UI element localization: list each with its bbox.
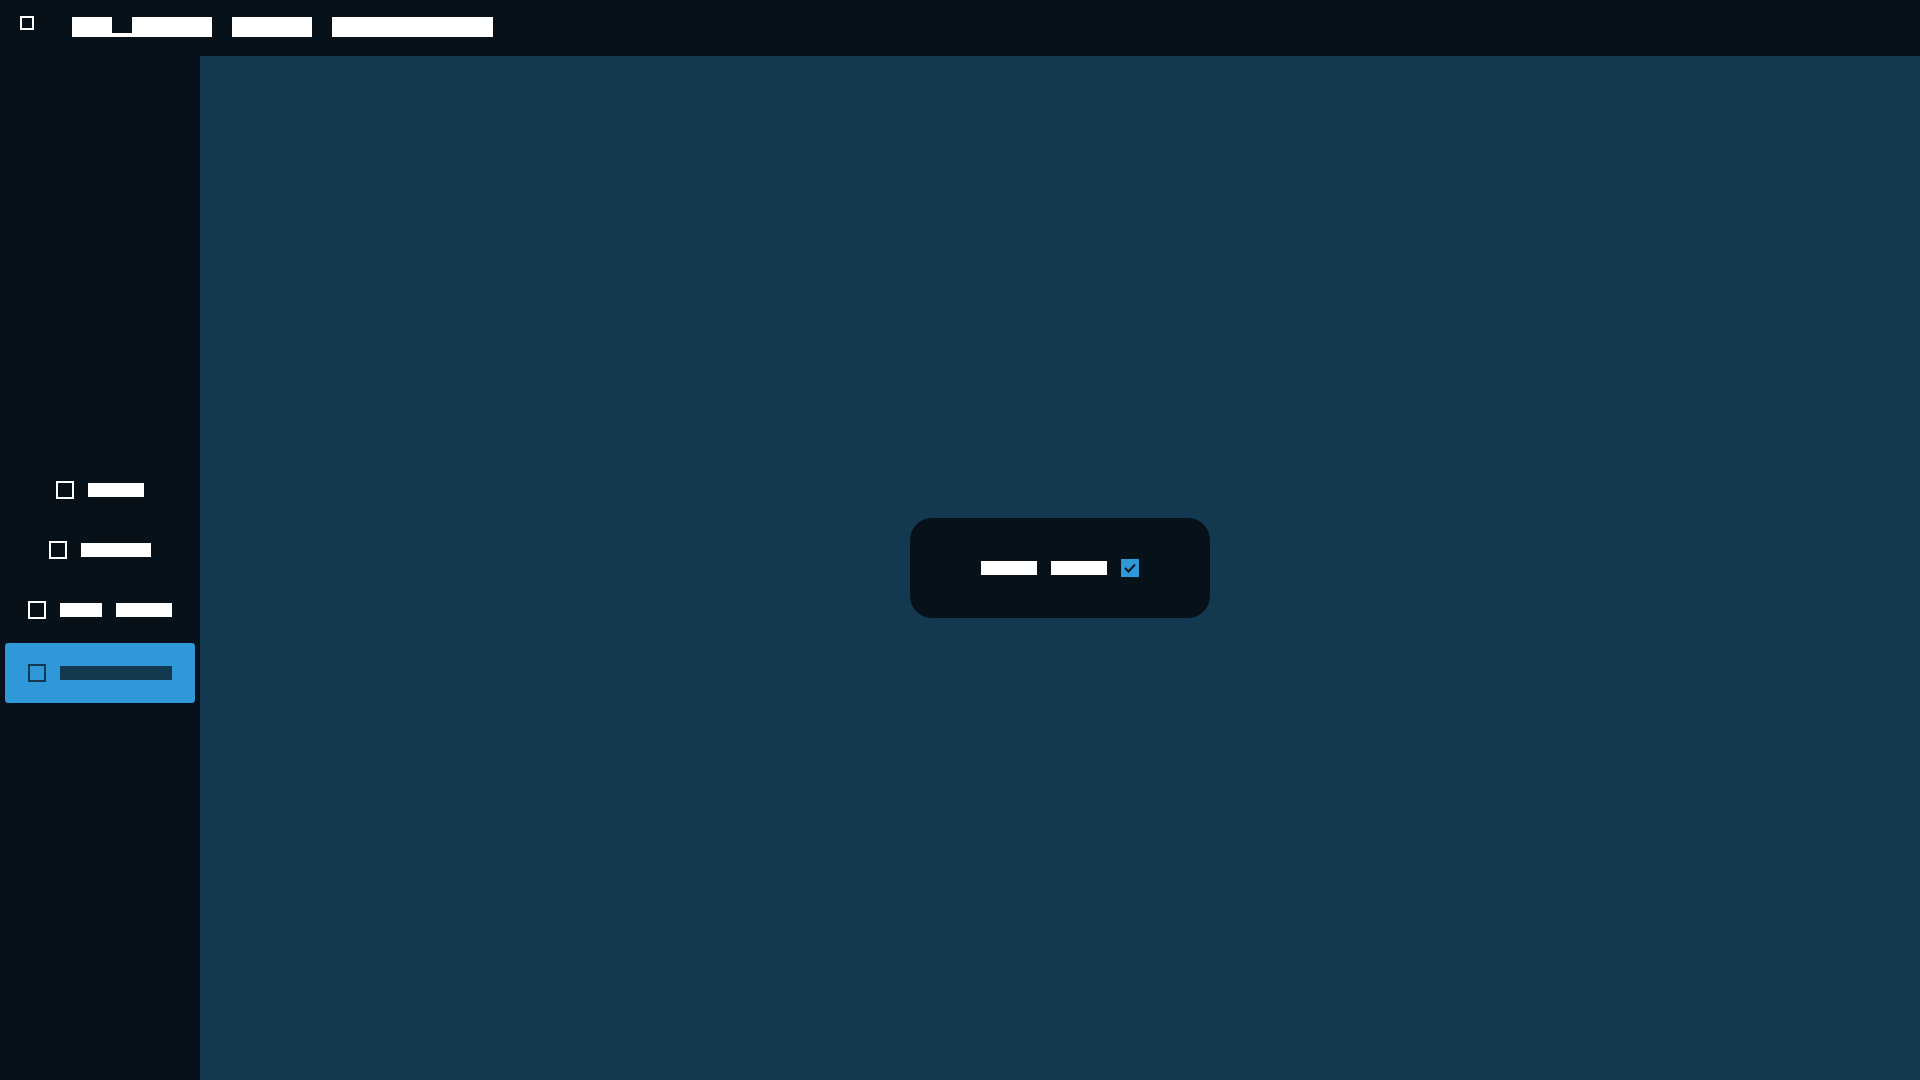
app-window: ██████████ ██████ ████████████ █████ ███…	[0, 0, 1920, 1080]
sidebar-item-3[interactable]: ████ █████	[5, 580, 195, 640]
sidebar-item-label: ████ █████	[60, 603, 172, 617]
square-icon	[49, 541, 67, 559]
top-menu: ██████████ ██████ ████████████	[72, 17, 493, 37]
square-icon	[28, 601, 46, 619]
square-icon	[28, 664, 46, 682]
sidebar-item-2[interactable]: ██████	[5, 520, 195, 580]
sidebar: █████ ██████ ████ █████ ██████████	[0, 56, 200, 1080]
sidebar-item-label: ██████	[81, 543, 151, 557]
top-bar: ██████████ ██████ ████████████	[0, 0, 1920, 56]
notification-toast: █████ █████	[910, 518, 1210, 618]
toast-text-2: █████	[1051, 561, 1107, 575]
app-icon[interactable]	[20, 16, 34, 30]
menu-item-2[interactable]: ██████	[232, 17, 312, 37]
sidebar-item-1[interactable]: █████	[5, 460, 195, 520]
sidebar-item-label: ██████████	[60, 666, 172, 680]
sidebar-item-4-active[interactable]: ██████████	[5, 643, 195, 703]
checkmark-icon	[1121, 559, 1139, 577]
toast-text-1: █████	[981, 561, 1037, 575]
sidebar-item-label: █████	[88, 483, 144, 497]
menu-item-1[interactable]: ██████████	[72, 17, 212, 37]
menu-item-3[interactable]: ████████████	[332, 17, 493, 37]
square-icon	[56, 481, 74, 499]
